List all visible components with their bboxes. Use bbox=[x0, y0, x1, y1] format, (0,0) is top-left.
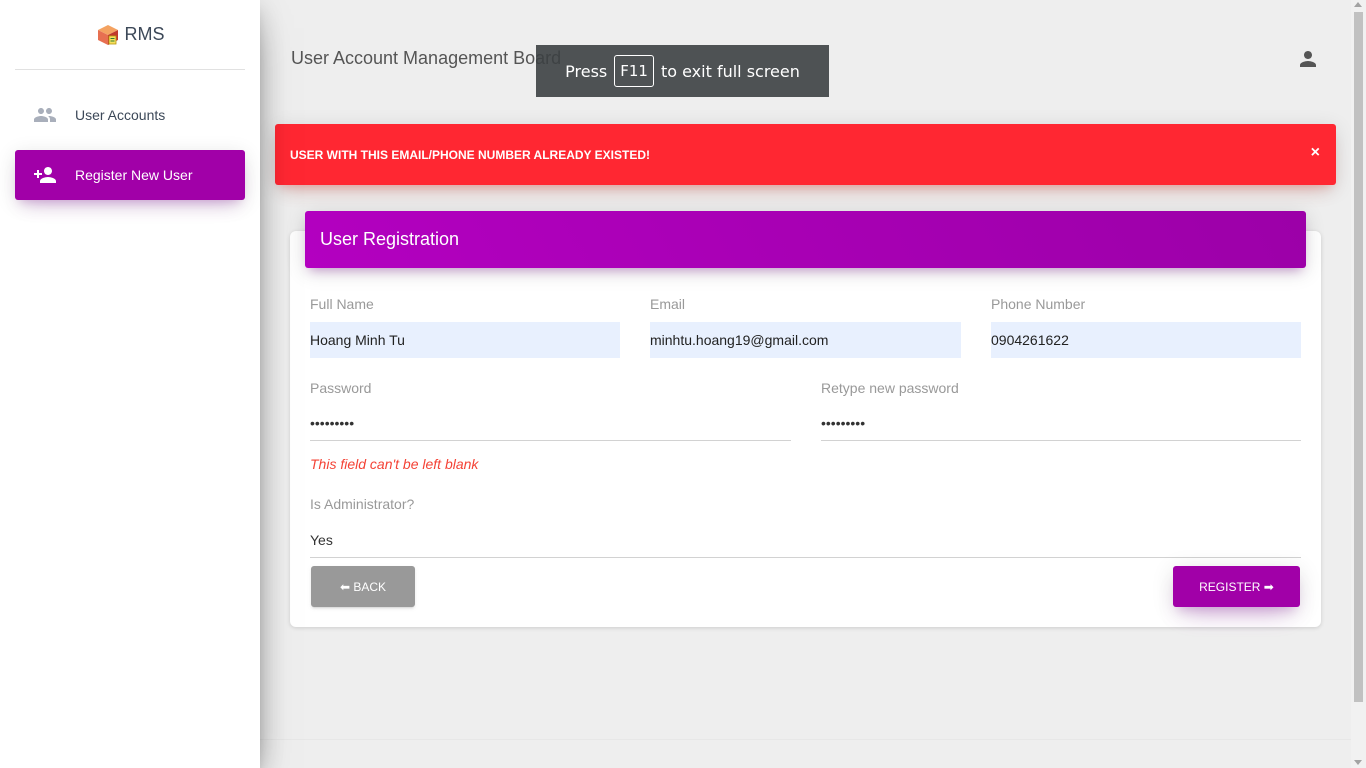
password-label: Password bbox=[310, 380, 372, 396]
is-admin-label: Is Administrator? bbox=[310, 496, 415, 512]
alert-message: USER WITH THIS EMAIL/PHONE NUMBER ALREAD… bbox=[290, 147, 651, 162]
scrollbar-thumb[interactable] bbox=[1354, 12, 1363, 702]
toast-prefix: Press bbox=[565, 61, 608, 81]
error-alert: USER WITH THIS EMAIL/PHONE NUMBER ALREAD… bbox=[275, 124, 1336, 185]
retype-password-label: Retype new password bbox=[821, 380, 959, 396]
toast-key: F11 bbox=[614, 55, 654, 87]
back-button[interactable]: ⬅ BACK bbox=[311, 566, 415, 607]
register-button[interactable]: REGISTER ➡ bbox=[1173, 566, 1300, 607]
sidebar-item-user-accounts[interactable]: User Accounts bbox=[15, 90, 245, 140]
scroll-up-icon[interactable] bbox=[1354, 2, 1362, 7]
password-error: This field can't be left blank bbox=[310, 456, 479, 472]
sidebar-item-label: Register New User bbox=[75, 167, 193, 183]
sidebar-item-label: User Accounts bbox=[75, 107, 166, 123]
retype-password-input[interactable]: ••••••••• bbox=[821, 405, 1301, 441]
logo-text: RMS bbox=[124, 24, 165, 44]
fullscreen-toast: Press F11 to exit full screen bbox=[536, 45, 829, 97]
logo[interactable]: RMS bbox=[15, 0, 245, 70]
email-label: Email bbox=[650, 296, 686, 312]
scroll-down-icon[interactable] bbox=[1354, 760, 1362, 765]
full-name-input[interactable]: Hoang Minh Tu bbox=[310, 322, 620, 358]
people-icon bbox=[33, 103, 57, 127]
sidebar-item-register-new-user[interactable]: Register New User bbox=[15, 150, 245, 200]
footer-divider bbox=[260, 739, 1351, 740]
toast-suffix: to exit full screen bbox=[660, 61, 800, 81]
card-title: User Registration bbox=[305, 211, 1306, 268]
email-input[interactable]: minhtu.hoang19@gmail.com bbox=[650, 322, 961, 358]
phone-label: Phone Number bbox=[991, 296, 1086, 312]
password-input[interactable]: ••••••••• bbox=[310, 405, 791, 441]
page-title: User Account Management Board bbox=[291, 48, 562, 68]
close-icon[interactable]: × bbox=[1311, 144, 1320, 162]
person-add-icon bbox=[33, 163, 57, 187]
is-admin-select[interactable]: Yes bbox=[310, 522, 1301, 558]
phone-input[interactable]: 0904261622 bbox=[991, 322, 1301, 358]
person-icon[interactable] bbox=[1296, 47, 1320, 71]
box-icon bbox=[96, 23, 120, 47]
full-name-label: Full Name bbox=[310, 296, 374, 312]
sidebar: RMS User Accounts Register New User bbox=[0, 0, 260, 768]
